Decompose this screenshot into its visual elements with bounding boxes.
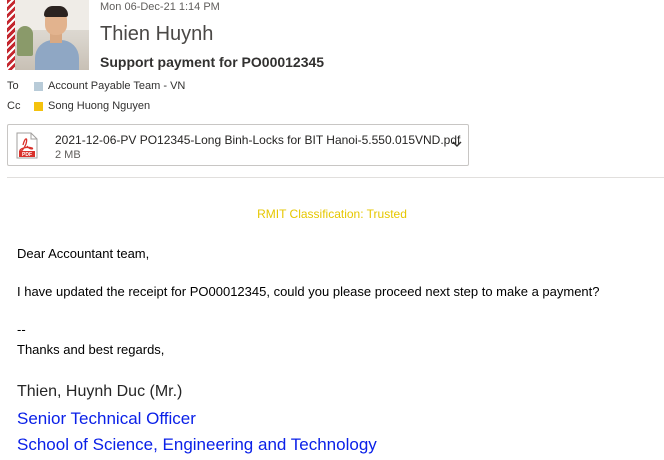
to-recipient[interactable]: Account Payable Team - VN xyxy=(48,80,185,92)
to-label: To xyxy=(7,80,19,92)
cc-row: Cc Song Huong Nguyen xyxy=(7,98,150,114)
to-row: To Account Payable Team - VN xyxy=(7,78,185,94)
sent-date: Mon 06-Dec-21 1:14 PM xyxy=(100,1,220,13)
signature-school: School of Science, Engineering and Techn… xyxy=(17,435,377,454)
email-subject: Support payment for PO00012345 xyxy=(100,54,325,70)
sender-name[interactable]: Thien Huynh xyxy=(100,21,213,47)
sender-avatar[interactable] xyxy=(7,0,89,70)
avatar-photo xyxy=(15,0,89,70)
cc-label: Cc xyxy=(7,100,21,112)
attachment-filename: 2021-12-06-PV PO12345-Long Binh-Locks fo… xyxy=(55,133,461,147)
message-text: I have updated the receipt for PO0001234… xyxy=(17,284,600,299)
classification-label: RMIT Classification: Trusted xyxy=(257,207,407,221)
svg-text:PDF: PDF xyxy=(22,152,32,158)
contact-color-icon xyxy=(34,101,43,111)
chevron-down-icon[interactable] xyxy=(450,137,464,151)
pdf-icon: PDF xyxy=(16,132,38,159)
signature-title: Senior Technical Officer xyxy=(17,409,196,428)
closing-text: Thanks and best regards, xyxy=(17,342,165,357)
presence-stripe xyxy=(7,0,15,70)
signature-name: Thien, Huynh Duc (Mr.) xyxy=(17,383,183,400)
header-divider xyxy=(7,177,664,178)
signature-separator: -- xyxy=(17,322,26,337)
group-icon xyxy=(34,81,43,91)
attachment-size: 2 MB xyxy=(55,149,81,161)
attachment-card[interactable]: PDF 2021-12-06-PV PO12345-Long Binh-Lock… xyxy=(7,124,469,166)
cc-recipient[interactable]: Song Huong Nguyen xyxy=(48,100,150,112)
greeting-text: Dear Accountant team, xyxy=(17,246,150,261)
